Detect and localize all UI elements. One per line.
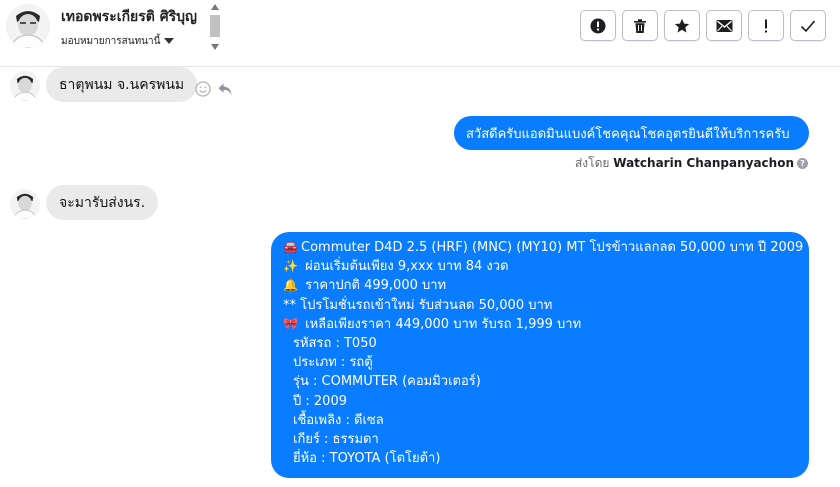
star-icon [674, 18, 690, 33]
important-button[interactable] [748, 10, 784, 41]
car-final-price: 🎀 เหลือเพียงราคา 449,000 บาท รับรถ 1,999… [283, 315, 797, 334]
contact-avatar[interactable] [10, 189, 40, 219]
name-scrollbar[interactable] [207, 2, 223, 52]
scroll-up-arrow-icon[interactable] [211, 4, 219, 10]
smiley-icon[interactable] [195, 81, 211, 97]
reply-icon[interactable] [217, 81, 233, 97]
car-normal-price: 🔔 ราคาปกติ 499,000 บาท [283, 276, 797, 295]
info-icon[interactable]: ? [797, 158, 808, 169]
report-button[interactable] [580, 10, 616, 41]
car-icon: 🚘 [283, 240, 298, 254]
car-brand: ยี่ห้อ : TOYOTA (โตโยต้า) [293, 451, 441, 467]
done-button[interactable] [790, 10, 826, 41]
trash-icon [634, 18, 646, 33]
mark-unread-button[interactable] [706, 10, 742, 41]
message-text: ธาตุพนม จ.นครพนม [59, 76, 185, 93]
scroll-down-arrow-icon[interactable] [211, 44, 219, 50]
assign-label: มอบหมายการสนทนานี้ [61, 36, 161, 47]
car-fuel: เชื้อเพลิง : ดีเซล [293, 412, 384, 428]
car-model: รุ่น : COMMUTER (คอมมิวเตอร์) [293, 374, 481, 390]
assign-conversation-dropdown[interactable]: มอบหมายการสนทนานี้ [61, 34, 175, 49]
message-text: จะมารับส่งนร. [59, 194, 146, 211]
outgoing-message: สวัสดีครับแอดมินแบงค์โชคคุณโชคอุตรยินดีใ… [454, 116, 809, 150]
conversation-header: เทอดพระเกียรติ ศิริบุญ มอบหมายการสนทนานี… [0, 0, 840, 67]
car-promo: ** โปรโมชั่นรถเข้าใหม่ รับส่วนลด 50,000 … [283, 297, 553, 313]
envelope-icon [716, 19, 732, 32]
car-gear: เกียร์ : ธรรมดา [293, 431, 379, 447]
delete-button[interactable] [622, 10, 658, 41]
star-button[interactable] [664, 10, 700, 41]
message-text: สวัสดีครับแอดมินแบงค์โชคคุณโชคอุตรยินดีใ… [466, 126, 790, 142]
car-year: ปี : 2009 [293, 393, 347, 409]
ribbon-icon: 🎀 [283, 316, 298, 331]
outgoing-car-offer-message: 🚘 Commuter D4D 2.5 (HRF) (MNC) (MY10) MT … [271, 232, 809, 478]
contact-avatar[interactable] [10, 71, 40, 101]
scroll-thumb[interactable] [210, 15, 220, 37]
sent-by-line: ส่งโดย Watcharin Chanpanyachon? [575, 154, 808, 173]
incoming-message: จะมารับส่งนร. [46, 185, 159, 220]
car-offer-list: 🚘 Commuter D4D 2.5 (HRF) (MNC) (MY10) MT … [283, 238, 803, 468]
car-installment: ✨ ผ่อนเริ่มต้นเพียง 9,xxx บาท 84 งวด [283, 257, 797, 276]
sender-name: Watcharin Chanpanyachon [613, 156, 794, 170]
exclamation-icon [765, 19, 767, 32]
contact-name: เทอดพระเกียรติ ศิริบุญ [61, 9, 197, 25]
car-type: ประเภท : รถตู้ [293, 355, 373, 371]
avatar[interactable] [6, 4, 50, 48]
car-code: รหัสรถ : T050 [293, 335, 377, 351]
alert-circle-icon [590, 18, 606, 33]
bell-icon: 🔔 [283, 278, 298, 293]
check-icon [800, 19, 816, 32]
sent-by-prefix: ส่งโดย [574, 156, 610, 170]
action-toolbar [580, 10, 826, 41]
caret-down-icon [164, 38, 175, 44]
sparkles-icon: ✨ [283, 259, 298, 274]
message-actions [195, 81, 233, 97]
car-title: 🚘 Commuter D4D 2.5 (HRF) (MNC) (MY10) MT … [283, 238, 803, 257]
incoming-message: ธาตุพนม จ.นครพนม [46, 67, 198, 102]
